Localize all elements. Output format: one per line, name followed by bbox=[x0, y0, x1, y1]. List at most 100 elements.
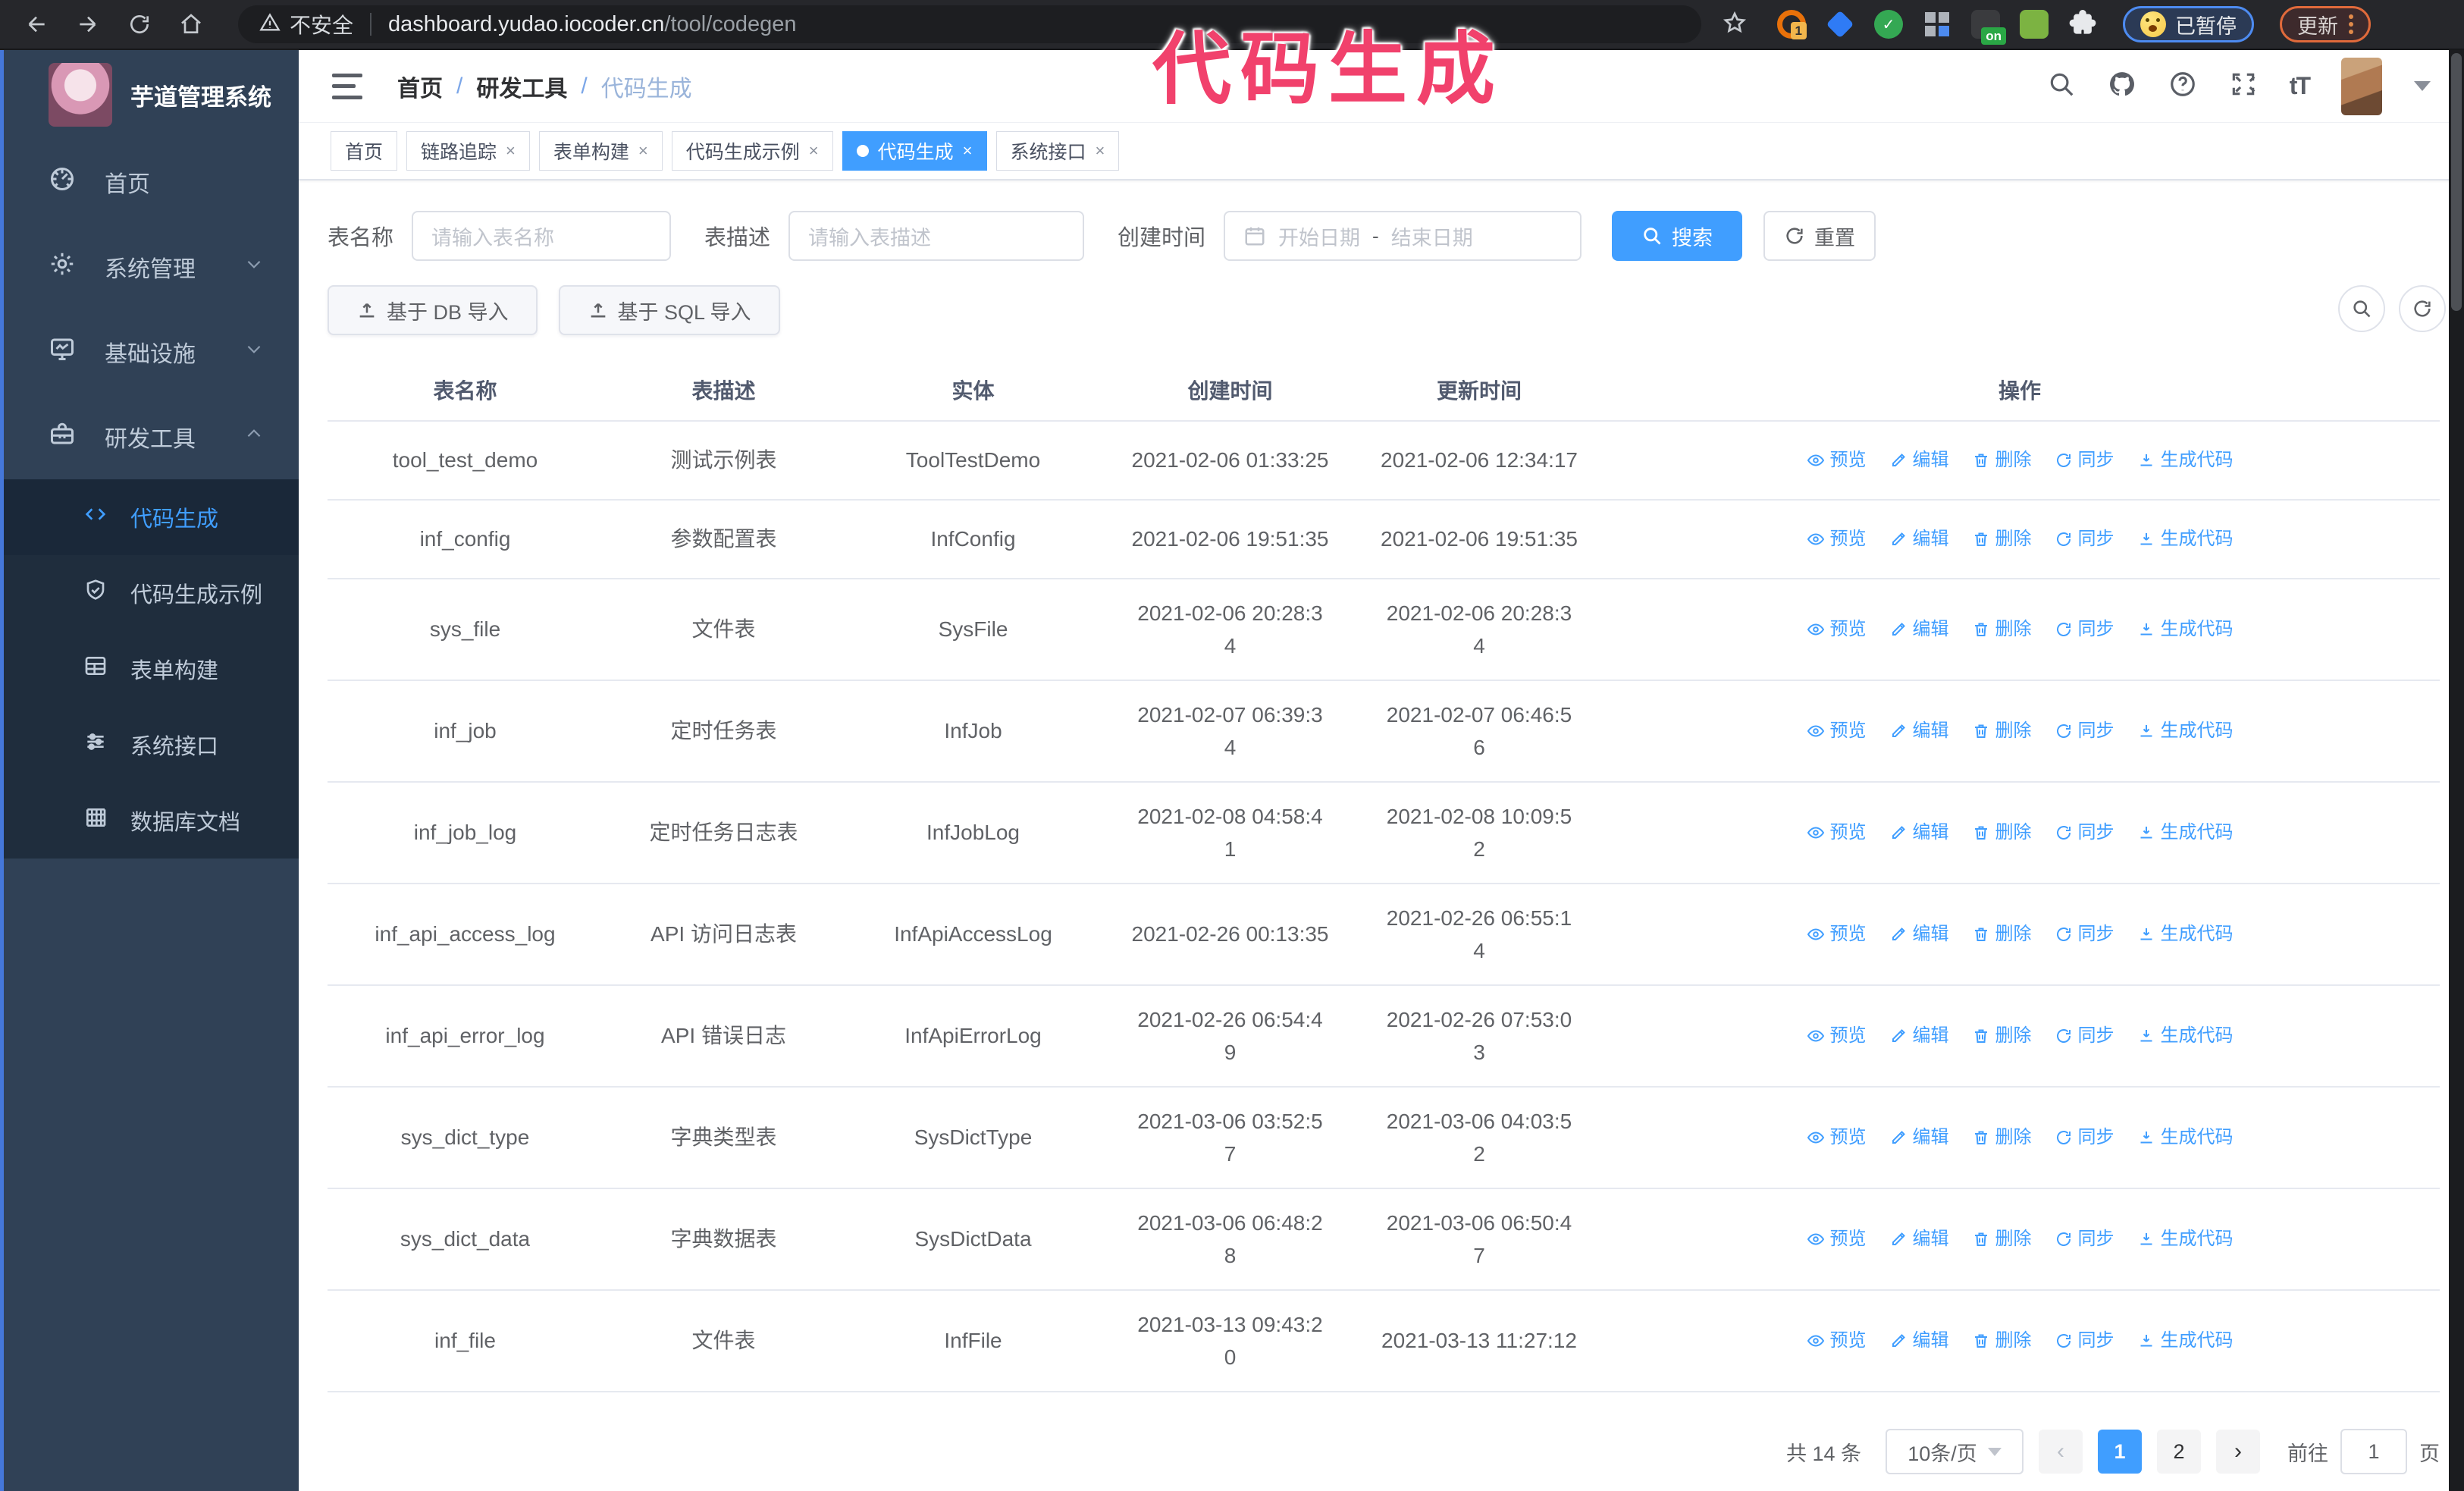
action-edit[interactable]: 编辑 bbox=[1889, 525, 1949, 553]
ext-green-check-icon[interactable]: ✓ bbox=[1874, 10, 1903, 39]
app-logo[interactable]: 芋道管理系统 bbox=[0, 50, 299, 140]
close-icon[interactable]: × bbox=[1096, 141, 1105, 161]
window-scrollbar[interactable] bbox=[2449, 50, 2464, 1491]
action-generate[interactable]: 生成代码 bbox=[2137, 1123, 2234, 1151]
action-edit[interactable]: 编辑 bbox=[1889, 818, 1949, 846]
action-edit[interactable]: 编辑 bbox=[1889, 1022, 1949, 1050]
sidebar-item-system[interactable]: 系统管理 bbox=[0, 224, 299, 309]
breadcrumb-item[interactable]: 研发工具 bbox=[476, 70, 567, 103]
action-sync[interactable]: 同步 bbox=[2055, 615, 2114, 643]
ext-on-switch-icon[interactable]: on bbox=[1971, 10, 2006, 45]
ext-plant-icon[interactable] bbox=[2020, 10, 2049, 39]
action-sync[interactable]: 同步 bbox=[2055, 1225, 2114, 1253]
close-icon[interactable]: × bbox=[809, 141, 819, 161]
action-sync[interactable]: 同步 bbox=[2055, 717, 2114, 745]
back-icon[interactable] bbox=[21, 9, 52, 39]
action-generate[interactable]: 生成代码 bbox=[2137, 525, 2234, 553]
sidebar-item-devtools[interactable]: 研发工具 bbox=[0, 394, 299, 479]
close-icon[interactable]: × bbox=[506, 141, 516, 161]
reset-button[interactable]: 重置 bbox=[1763, 211, 1876, 261]
avatar[interactable] bbox=[2341, 57, 2382, 115]
github-icon[interactable] bbox=[2108, 70, 2136, 102]
action-delete[interactable]: 删除 bbox=[1972, 1326, 2032, 1354]
action-delete[interactable]: 删除 bbox=[1972, 615, 2032, 643]
action-delete[interactable]: 删除 bbox=[1972, 446, 2032, 474]
action-preview[interactable]: 预览 bbox=[1807, 717, 1867, 745]
action-edit[interactable]: 编辑 bbox=[1889, 615, 1949, 643]
extensions-puzzle-icon[interactable] bbox=[2068, 10, 2097, 39]
action-delete[interactable]: 删除 bbox=[1972, 818, 2032, 846]
action-generate[interactable]: 生成代码 bbox=[2137, 717, 2234, 745]
action-sync[interactable]: 同步 bbox=[2055, 525, 2114, 553]
sidebar-item-infra[interactable]: 基础设施 bbox=[0, 309, 299, 394]
close-icon[interactable]: × bbox=[963, 141, 973, 161]
action-edit[interactable]: 编辑 bbox=[1889, 1326, 1949, 1354]
sidebar-item-home[interactable]: 首页 bbox=[0, 140, 299, 224]
hamburger-icon[interactable] bbox=[332, 73, 362, 99]
ext-grid-icon[interactable] bbox=[1923, 10, 1951, 39]
action-delete[interactable]: 删除 bbox=[1972, 1022, 2032, 1050]
tab-链路追踪[interactable]: 链路追踪 × bbox=[406, 131, 530, 171]
import-sql-button[interactable]: 基于 SQL 导入 bbox=[558, 285, 780, 335]
action-edit[interactable]: 编辑 bbox=[1889, 920, 1949, 948]
action-delete[interactable]: 删除 bbox=[1972, 1123, 2032, 1151]
action-delete[interactable]: 删除 bbox=[1972, 920, 2032, 948]
action-preview[interactable]: 预览 bbox=[1807, 818, 1867, 846]
prev-page-button[interactable]: ‹ bbox=[2039, 1430, 2083, 1474]
action-generate[interactable]: 生成代码 bbox=[2137, 1326, 2234, 1354]
action-preview[interactable]: 预览 bbox=[1807, 446, 1867, 474]
page-size-select[interactable]: 10条/页 bbox=[1886, 1429, 2024, 1474]
font-size-icon[interactable]: tT bbox=[2290, 72, 2311, 100]
tab-系统接口[interactable]: 系统接口 × bbox=[995, 131, 1120, 171]
sidebar-subitem[interactable]: 系统接口 bbox=[0, 707, 299, 783]
sidebar-subitem[interactable]: 表单构建 bbox=[0, 631, 299, 707]
bookmark-star-icon[interactable] bbox=[1723, 11, 1747, 39]
help-icon[interactable] bbox=[2168, 70, 2197, 102]
action-delete[interactable]: 删除 bbox=[1972, 1225, 2032, 1253]
ext-orange-ring-icon[interactable]: 1 bbox=[1777, 10, 1807, 39]
date-range-picker[interactable]: 开始日期 - 结束日期 bbox=[1224, 211, 1582, 261]
sidebar-subitem[interactable]: 代码生成示例 bbox=[0, 555, 299, 631]
home-icon[interactable] bbox=[176, 9, 206, 39]
action-preview[interactable]: 预览 bbox=[1807, 1326, 1867, 1354]
action-preview[interactable]: 预览 bbox=[1807, 615, 1867, 643]
profile-paused-badge[interactable]: 已暂停 bbox=[2123, 6, 2254, 42]
chevron-down-icon[interactable] bbox=[2414, 81, 2431, 91]
action-sync[interactable]: 同步 bbox=[2055, 818, 2114, 846]
sidebar-subitem[interactable]: 数据库文档 bbox=[0, 783, 299, 859]
import-db-button[interactable]: 基于 DB 导入 bbox=[328, 285, 538, 335]
action-sync[interactable]: 同步 bbox=[2055, 920, 2114, 948]
action-sync[interactable]: 同步 bbox=[2055, 1326, 2114, 1354]
browser-update-button[interactable]: 更新 bbox=[2280, 6, 2371, 42]
action-sync[interactable]: 同步 bbox=[2055, 446, 2114, 474]
tab-首页[interactable]: 首页 bbox=[331, 131, 398, 171]
action-generate[interactable]: 生成代码 bbox=[2137, 1022, 2234, 1050]
table-name-input[interactable]: 请输入表名称 bbox=[412, 211, 672, 261]
search-icon[interactable] bbox=[2047, 70, 2076, 102]
action-generate[interactable]: 生成代码 bbox=[2137, 920, 2234, 948]
action-preview[interactable]: 预览 bbox=[1807, 920, 1867, 948]
table-desc-input[interactable]: 请输入表描述 bbox=[788, 211, 1085, 261]
action-generate[interactable]: 生成代码 bbox=[2137, 1225, 2234, 1253]
action-preview[interactable]: 预览 bbox=[1807, 1022, 1867, 1050]
action-preview[interactable]: 预览 bbox=[1807, 1123, 1867, 1151]
breadcrumb-item[interactable]: 首页 bbox=[397, 70, 443, 103]
action-preview[interactable]: 预览 bbox=[1807, 525, 1867, 553]
toggle-search-button[interactable] bbox=[2338, 285, 2385, 332]
action-edit[interactable]: 编辑 bbox=[1889, 717, 1949, 745]
action-generate[interactable]: 生成代码 bbox=[2137, 818, 2234, 846]
sidebar-subitem[interactable]: 代码生成 bbox=[0, 479, 299, 555]
fullscreen-icon[interactable] bbox=[2229, 70, 2258, 102]
action-edit[interactable]: 编辑 bbox=[1889, 1123, 1949, 1151]
search-button[interactable]: 搜索 bbox=[1612, 211, 1743, 261]
action-sync[interactable]: 同步 bbox=[2055, 1022, 2114, 1050]
tab-代码生成示例[interactable]: 代码生成示例 × bbox=[671, 131, 833, 171]
goto-page-input[interactable]: 1 bbox=[2340, 1429, 2407, 1474]
next-page-button[interactable]: › bbox=[2216, 1430, 2260, 1474]
browser-menu-icon[interactable] bbox=[2349, 14, 2353, 34]
forward-icon[interactable] bbox=[73, 9, 103, 39]
action-edit[interactable]: 编辑 bbox=[1889, 446, 1949, 474]
action-edit[interactable]: 编辑 bbox=[1889, 1225, 1949, 1253]
refresh-table-button[interactable] bbox=[2399, 285, 2446, 332]
page-button-2[interactable]: 2 bbox=[2157, 1430, 2201, 1474]
